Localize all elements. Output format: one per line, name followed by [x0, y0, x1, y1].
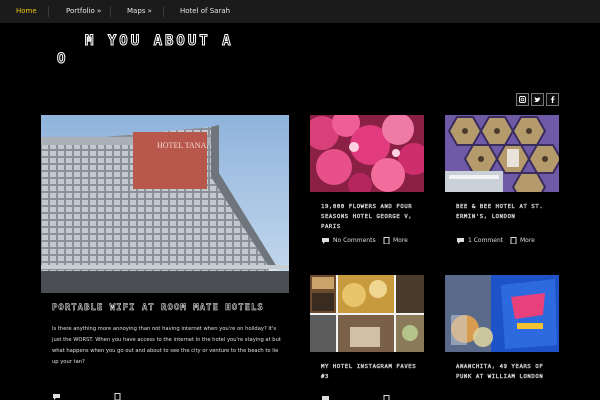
- article-title[interactable]: ANANCHITA, 49 YEARS OF PUNK AT WILLIAM L…: [456, 362, 554, 382]
- featured-article-title[interactable]: PORTABLE WIFI AT ROOM MATE HOTELS: [52, 303, 264, 313]
- article-title[interactable]: MY HOTEL INSTAGRAM FAVES #3: [321, 362, 419, 382]
- article-meta: No Comments More: [321, 237, 421, 246]
- nav-item-portfolio[interactable]: Portfolio »: [66, 0, 101, 23]
- hero-headline-text: M YOU ABOUT A: [85, 33, 234, 50]
- article-image-punk-exhibit[interactable]: [445, 275, 559, 352]
- instagram-button[interactable]: [516, 93, 529, 106]
- more-link[interactable]: More: [510, 237, 535, 244]
- article-image-flowers[interactable]: [310, 115, 424, 192]
- more-link[interactable]: [383, 395, 390, 400]
- comment-icon: [457, 238, 464, 244]
- article-meta: 1 Comment More: [456, 237, 556, 246]
- hero-headline-mark: O: [56, 51, 66, 68]
- top-navigation: Home Portfolio » Maps » Hotel of Sarah: [0, 0, 600, 23]
- document-icon: [383, 395, 390, 400]
- nav-separator: [110, 6, 111, 17]
- nav-item-home[interactable]: Home: [16, 0, 37, 23]
- document-icon: [510, 237, 517, 244]
- twitter-button[interactable]: [531, 93, 544, 106]
- nav-separator: [163, 6, 164, 17]
- comment-icon: [322, 396, 329, 400]
- comments-count: 1 Comment: [468, 237, 504, 244]
- facebook-button[interactable]: [546, 93, 559, 106]
- article-meta: [321, 395, 421, 400]
- document-icon: [383, 237, 390, 244]
- nav-separator: [48, 6, 49, 17]
- featured-article-meta: [52, 393, 172, 400]
- nav-item-maps[interactable]: Maps »: [127, 0, 152, 23]
- twitter-icon: [534, 97, 541, 103]
- comments-link[interactable]: No Comments: [321, 237, 376, 244]
- featured-image-sign: HOTEL TANA: [157, 141, 207, 150]
- facebook-icon: [550, 96, 555, 103]
- more-link[interactable]: More: [383, 237, 408, 244]
- article-title[interactable]: 19,000 FLOWERS AND FOUR SEASONS HOTEL GE…: [321, 202, 419, 232]
- more-label: More: [393, 237, 408, 244]
- nav-item-hotel-of-sarah[interactable]: Hotel of Sarah: [180, 0, 230, 23]
- article-image-bee-hotel[interactable]: [445, 115, 559, 192]
- more-label: More: [520, 237, 535, 244]
- article-title[interactable]: BEE & BEE HOTEL AT ST. ERMIN'S, LONDON: [456, 202, 554, 222]
- hero-headline: M YOU ABOUT A O: [56, 31, 357, 71]
- article-image-instagram-faves[interactable]: [310, 275, 424, 352]
- instagram-icon: [519, 96, 526, 103]
- featured-article-excerpt: Is there anything more annoying than not…: [52, 326, 281, 365]
- comments-count: No Comments: [333, 237, 376, 244]
- comments-link[interactable]: 1 Comment: [456, 237, 503, 244]
- document-icon: [114, 393, 121, 400]
- comment-icon: [322, 238, 329, 244]
- comments-link[interactable]: [321, 395, 330, 400]
- featured-article-image[interactable]: HOTEL TANA: [41, 115, 289, 293]
- comment-icon: [53, 394, 60, 400]
